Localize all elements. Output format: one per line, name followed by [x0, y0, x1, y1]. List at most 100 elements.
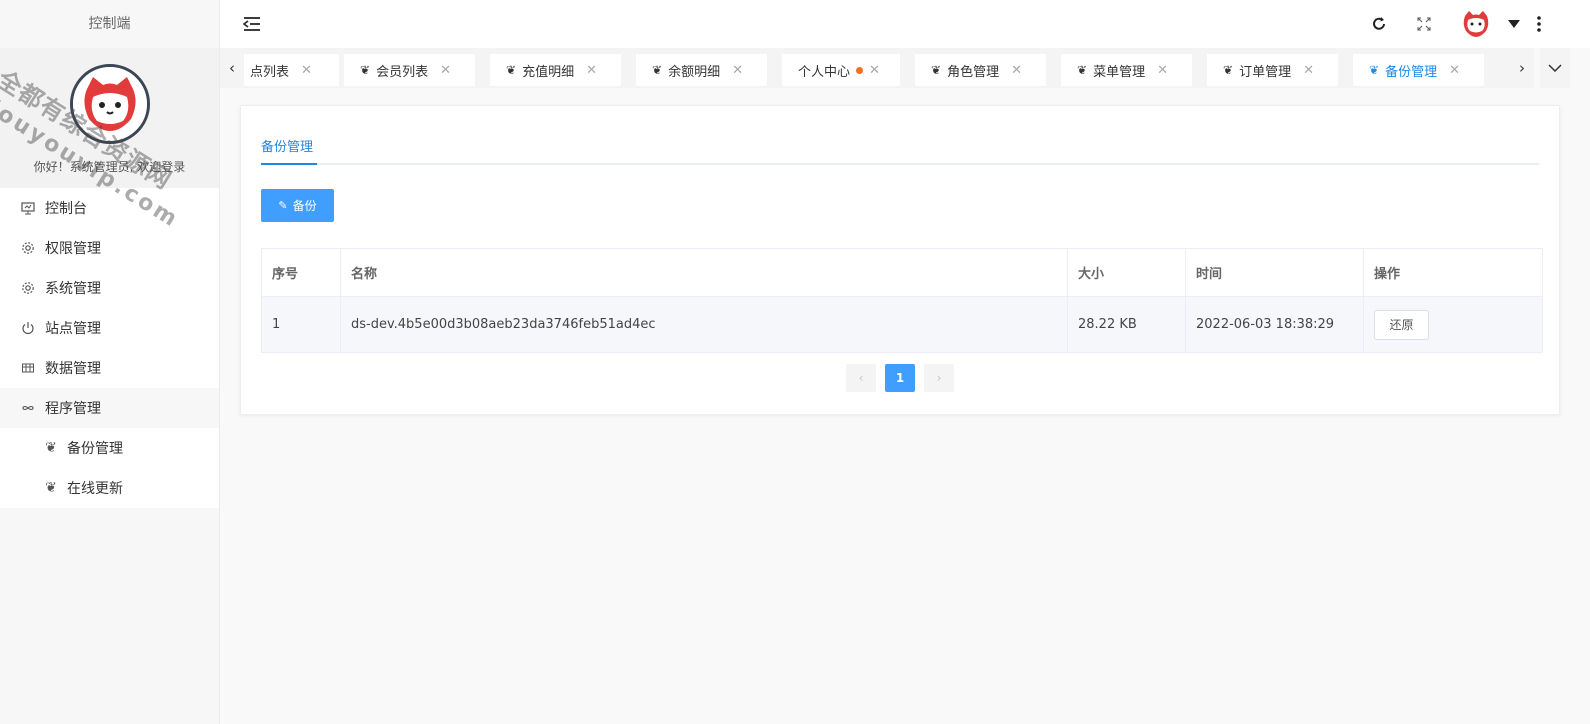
tab-label: 备份管理	[1385, 64, 1438, 80]
tab-menus[interactable]: ❦ 菜单管理 ✕	[1061, 54, 1192, 86]
tab-roles[interactable]: ❦ 角色管理 ✕	[915, 54, 1046, 86]
sidebar-item-program[interactable]: 程序管理	[0, 388, 219, 428]
pagination: ‹ 1 ›	[846, 364, 963, 392]
column-header: 时间	[1185, 248, 1364, 297]
leaf-icon: ❦	[1369, 63, 1380, 77]
sidebar-item-dashboard[interactable]: 控制台	[0, 188, 219, 228]
column-header: 序号	[261, 248, 341, 297]
backup-table: 序号 名称 大小 时间 操作 1 ds-dev.4b5e00d3b08aeb23…	[261, 248, 1543, 353]
leaf-icon: ❦	[652, 63, 663, 77]
close-icon[interactable]: ✕	[732, 63, 743, 78]
tab-label: 个人中心	[798, 64, 851, 80]
leaf-icon: ❦	[45, 480, 57, 496]
close-icon[interactable]: ✕	[440, 63, 451, 78]
prev-page-button[interactable]: ‹	[846, 364, 876, 392]
leaf-icon: ❦	[931, 63, 942, 77]
table-header-row: 序号 名称 大小 时间 操作	[261, 248, 1543, 297]
tab-recharge[interactable]: ❦ 充值明细 ✕	[490, 54, 621, 86]
tab-backup-manage[interactable]: 备份管理	[261, 136, 313, 155]
sidebar-item-label: 系统管理	[45, 281, 101, 297]
sidebar-item-label: 程序管理	[45, 401, 101, 417]
tab-member-list[interactable]: ❦ 会员列表 ✕	[344, 54, 475, 86]
tab-active-indicator	[261, 163, 317, 165]
cat-avatar-icon	[73, 67, 147, 141]
tab-label: 充值明细	[522, 64, 575, 80]
fullscreen-icon[interactable]	[1412, 12, 1436, 36]
welcome-text: 你好！系统管理员, 欢迎登录	[33, 160, 186, 174]
cat-avatar-icon	[1463, 11, 1489, 37]
sidebar-item-label: 在线更新	[67, 481, 123, 497]
cell-index: 1	[261, 296, 341, 353]
leaf-icon: ❦	[1077, 63, 1088, 77]
tab-site-list[interactable]: 点列表 ✕	[244, 54, 339, 86]
sidebar-item-permissions[interactable]: 权限管理	[0, 228, 219, 268]
next-page-button[interactable]: ›	[924, 364, 954, 392]
tab-label: 会员列表	[376, 64, 429, 80]
more-vertical-icon[interactable]	[1527, 12, 1551, 36]
top-header	[220, 0, 1590, 48]
main-area: ‹ 点列表 ✕ ❦ 会员列表 ✕ ❦ 充值明细 ✕ ❦ 余额明细 ✕ 个人中心 …	[220, 0, 1590, 724]
column-header: 大小	[1067, 248, 1186, 297]
tab-label: 菜单管理	[1093, 64, 1146, 80]
sidebar-item-label: 权限管理	[45, 241, 101, 257]
power-icon	[20, 320, 36, 336]
close-icon[interactable]: ✕	[586, 63, 597, 78]
sidebar-item-data[interactable]: 数据管理	[0, 348, 219, 388]
user-dropdown-icon[interactable]	[1502, 12, 1526, 36]
refresh-icon[interactable]	[1367, 12, 1391, 36]
leaf-icon: ❦	[45, 440, 57, 456]
cell-time: 2022-06-03 18:38:29	[1185, 296, 1364, 353]
user-panel: 你好！系统管理员, 欢迎登录	[0, 48, 219, 188]
close-icon[interactable]: ✕	[1449, 63, 1460, 78]
close-icon[interactable]: ✕	[301, 63, 312, 78]
tab-orders[interactable]: ❦ 订单管理 ✕	[1207, 54, 1338, 86]
column-header: 名称	[340, 248, 1068, 297]
monitor-icon	[20, 200, 36, 216]
tabs-scroll-right-icon[interactable]: ›	[1510, 48, 1534, 88]
tab-profile[interactable]: 个人中心 ✕	[782, 54, 900, 86]
sidebar-item-label: 备份管理	[67, 441, 123, 457]
gear-icon	[20, 280, 36, 296]
sidebar-item-site[interactable]: 站点管理	[0, 308, 219, 348]
sidebar: 控制端 你好！系统管理员, 欢迎登录 全都有综合资源网 douyouvip.co…	[0, 0, 220, 724]
tab-divider	[261, 163, 1539, 165]
content-card: 备份管理 ✎ 备份 序号 名称 大小 时间 操作 1 ds-dev.4b5e00…	[240, 105, 1560, 415]
sidebar-subitem-backup[interactable]: ❦ 备份管理	[0, 428, 219, 468]
sidebar-item-label: 数据管理	[45, 361, 101, 377]
user-avatar[interactable]	[1460, 9, 1492, 39]
tab-label: 订单管理	[1239, 64, 1292, 80]
table-icon	[20, 360, 36, 376]
page-number-button[interactable]: 1	[885, 364, 915, 392]
sidebar-item-label: 站点管理	[45, 321, 101, 337]
leaf-icon: ❦	[360, 63, 371, 77]
tabs-scroll-left-icon[interactable]: ‹	[220, 48, 244, 88]
leaf-icon: ❦	[506, 63, 517, 77]
cell-name: ds-dev.4b5e00d3b08aeb23da3746feb51ad4ec	[340, 296, 1068, 353]
sidebar-item-system[interactable]: 系统管理	[0, 268, 219, 308]
column-header: 操作	[1363, 248, 1543, 297]
infinity-icon	[20, 400, 36, 416]
tab-label: 点列表	[250, 64, 290, 80]
cell-action: 还原	[1363, 296, 1543, 353]
tab-backup[interactable]: ❦ 备份管理 ✕	[1353, 54, 1484, 86]
edit-icon: ✎	[278, 199, 288, 212]
menu-fold-icon[interactable]	[240, 12, 264, 36]
tabs-dropdown-icon[interactable]	[1540, 48, 1570, 88]
avatar[interactable]	[70, 64, 150, 144]
close-icon[interactable]: ✕	[869, 63, 880, 78]
sidebar-menu: 控制台 权限管理 系统管理 站点管理 数据管理 程序管理 ❦ 备份管理 ❦ 在线…	[0, 188, 219, 508]
sidebar-item-label: 控制台	[45, 201, 87, 217]
tab-balance[interactable]: ❦ 余额明细 ✕	[636, 54, 767, 86]
backup-button-label: 备份	[292, 199, 317, 213]
restore-button[interactable]: 还原	[1374, 309, 1429, 340]
close-icon[interactable]: ✕	[1157, 63, 1168, 78]
cell-size: 28.22 KB	[1067, 296, 1186, 353]
tab-label: 余额明细	[668, 64, 721, 80]
backup-button[interactable]: ✎ 备份	[261, 189, 334, 222]
sidebar-subitem-update[interactable]: ❦ 在线更新	[0, 468, 219, 508]
leaf-icon: ❦	[1223, 63, 1234, 77]
close-icon[interactable]: ✕	[1303, 63, 1314, 78]
unsaved-dot	[856, 66, 864, 74]
close-icon[interactable]: ✕	[1011, 63, 1022, 78]
table-row: 1 ds-dev.4b5e00d3b08aeb23da3746feb51ad4e…	[261, 296, 1543, 353]
